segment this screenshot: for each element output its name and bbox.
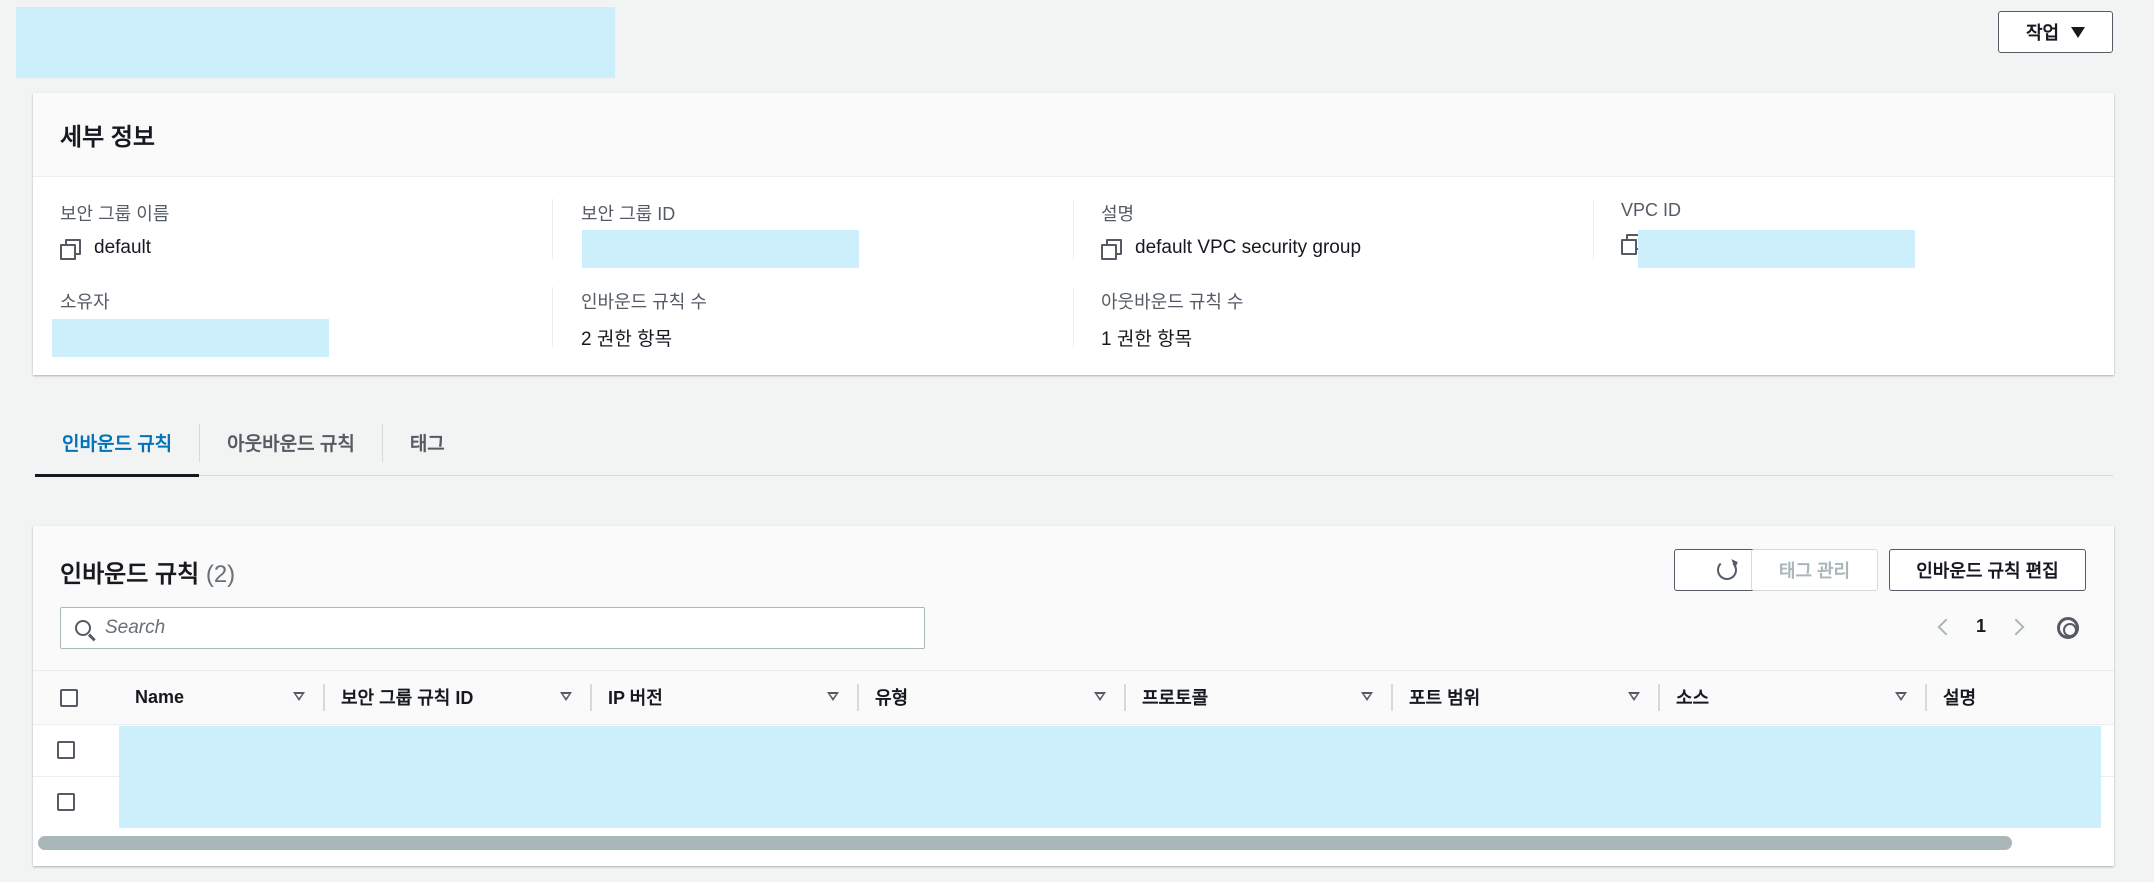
actions-button-label: 작업 (2025, 23, 2060, 43)
rules-tabs: 인바운드 규칙 아웃바운드 규칙 태그 (35, 410, 2113, 477)
manage-tags-label: 태그 관리 (1778, 561, 1851, 581)
search-icon (75, 620, 91, 636)
sg-id-field: 보안 그룹 ID (581, 200, 675, 226)
manage-tags-button[interactable]: 태그 관리 (1751, 549, 1878, 591)
divider (552, 199, 553, 259)
col-header-ip-version[interactable]: IP 버전 (592, 671, 859, 725)
page-number[interactable]: 1 (1976, 616, 1986, 637)
details-panel: 세부 정보 보안 그룹 이름 default 보안 그룹 ID 설명 defau… (33, 93, 2114, 375)
redacted-page-title (16, 7, 615, 78)
divider (1073, 287, 1074, 347)
inbound-rules-panel: 인바운드 규칙 (2) 태그 관리 인바운드 규칙 편집 1 (33, 526, 2114, 866)
tab-inbound-rules[interactable]: 인바운드 규칙 (35, 410, 200, 477)
actions-button[interactable]: 작업 (1998, 11, 2113, 53)
sort-icon[interactable] (1628, 692, 1640, 701)
vpc-id-label: VPC ID (1621, 200, 1682, 220)
copy-icon[interactable] (1101, 239, 1122, 260)
outbound-count-value: 1 권한 항목 (1101, 329, 1193, 350)
sort-icon[interactable] (1895, 692, 1907, 701)
caret-down-icon (2071, 26, 2086, 38)
inbound-count-label: 인바운드 규칙 수 (581, 292, 707, 312)
col-header-description[interactable]: 설명 (1927, 671, 2114, 725)
gear-icon[interactable] (2057, 617, 2079, 639)
row-checkbox[interactable] (57, 740, 75, 759)
outbound-count-field: 아웃바운드 규칙 수 1 권한 항목 (1101, 288, 1243, 351)
divider (1593, 199, 1594, 259)
inbound-count-field: 인바운드 규칙 수 2 권한 항목 (581, 288, 707, 351)
sort-icon[interactable] (560, 692, 572, 701)
divider (552, 287, 553, 347)
chevron-left-icon[interactable] (1937, 618, 1955, 635)
pagination: 1 (1937, 616, 2025, 637)
rules-title-text: 인바운드 규칙 (60, 561, 200, 588)
outbound-count-label: 아웃바운드 규칙 수 (1101, 292, 1244, 312)
sort-icon[interactable] (1094, 692, 1106, 701)
horizontal-scrollbar[interactable] (38, 836, 2012, 850)
sg-name-value: default (94, 237, 152, 258)
col-header-type[interactable]: 유형 (859, 671, 1126, 725)
select-all-header (33, 671, 119, 725)
details-header: 세부 정보 (33, 93, 2114, 177)
select-all-checkbox[interactable] (60, 689, 78, 707)
rules-title: 인바운드 규칙 (2) (60, 554, 235, 589)
description-field: 설명 default VPC security group (1101, 200, 1361, 260)
refresh-icon (1716, 560, 1737, 580)
redacted-sg-id (582, 230, 859, 268)
table-header-row: Name 보안 그룹 규칙 ID IP 버전 유형 프로토콜 포트 범위 소스 … (33, 671, 2114, 725)
row-checkbox[interactable] (57, 792, 75, 811)
sort-icon[interactable] (1361, 692, 1373, 701)
tab-tags[interactable]: 태그 (383, 410, 472, 476)
description-label: 설명 (1101, 204, 1135, 224)
sort-icon[interactable] (827, 692, 839, 701)
inbound-count-value: 2 권한 항목 (581, 329, 673, 350)
search-box (60, 607, 925, 649)
divider (1073, 199, 1074, 259)
owner-label: 소유자 (60, 292, 110, 312)
edit-inbound-rules-button[interactable]: 인바운드 규칙 편집 (1889, 549, 2086, 591)
col-header-name[interactable]: Name (119, 671, 325, 725)
sort-icon[interactable] (293, 692, 305, 701)
chevron-right-icon[interactable] (2007, 618, 2025, 635)
description-value: default VPC security group (1135, 237, 1362, 258)
rules-header: 인바운드 규칙 (2) 태그 관리 인바운드 규칙 편집 1 (33, 526, 2114, 671)
search-input[interactable] (105, 617, 885, 639)
edit-inbound-rules-label: 인바운드 규칙 편집 (1916, 561, 2059, 581)
col-header-port-range[interactable]: 포트 범위 (1393, 671, 1660, 725)
details-title: 세부 정보 (60, 124, 155, 151)
sg-name-field: 보안 그룹 이름 default (60, 200, 169, 260)
sg-id-label: 보안 그룹 ID (581, 204, 676, 224)
col-header-protocol[interactable]: 프로토콜 (1126, 671, 1393, 725)
owner-field: 소유자 (60, 288, 110, 314)
tab-outbound-rules[interactable]: 아웃바운드 규칙 (200, 410, 382, 476)
col-header-source[interactable]: 소스 (1660, 671, 1927, 725)
redacted-vpc-id (1638, 230, 1915, 268)
copy-icon[interactable] (60, 239, 81, 260)
rules-count: (2) (205, 561, 236, 588)
redacted-rule-rows (119, 726, 2101, 828)
redacted-owner (52, 319, 329, 357)
copy-icon[interactable] (1621, 234, 1642, 255)
col-header-rule-id[interactable]: 보안 그룹 규칙 ID (325, 671, 592, 725)
sg-name-label: 보안 그룹 이름 (60, 204, 170, 224)
